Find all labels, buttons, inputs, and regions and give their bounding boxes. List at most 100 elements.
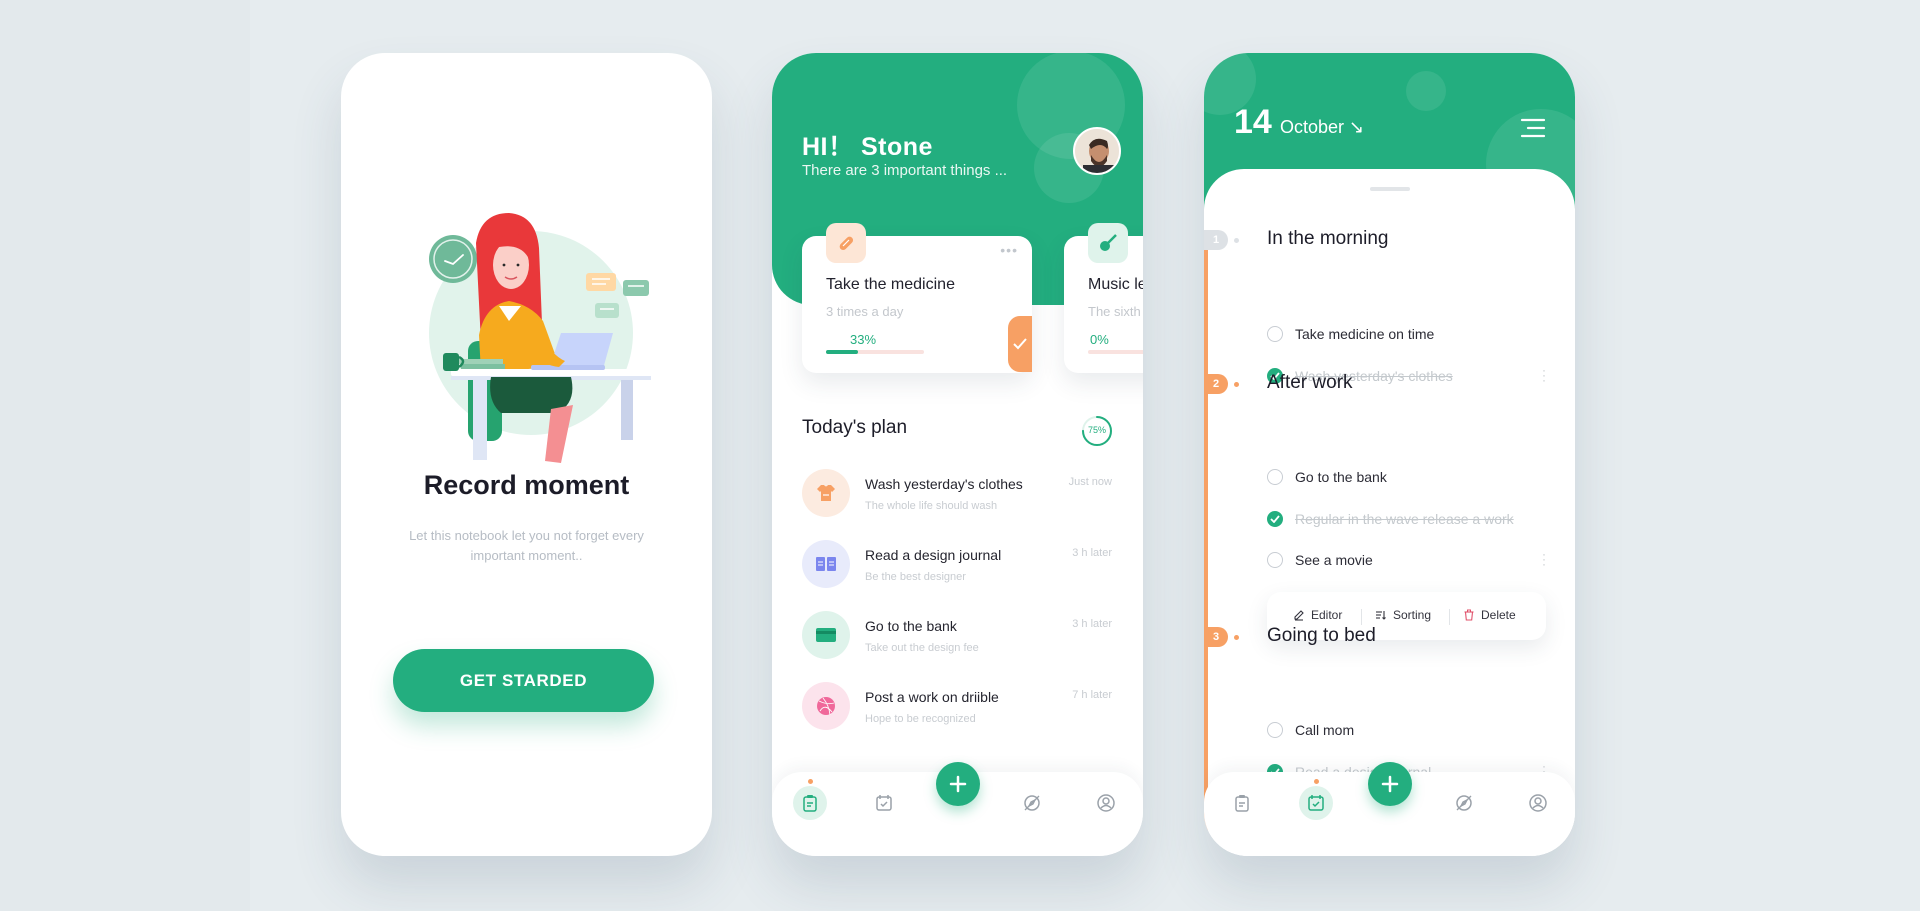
menu-icon[interactable] <box>1520 117 1546 139</box>
todo-label: See a movie <box>1295 552 1373 568</box>
todo-row[interactable]: See a movie · · · <box>1267 548 1547 572</box>
check-icon <box>1270 515 1280 523</box>
book-icon <box>802 540 850 588</box>
plan-item-subtitle: Be the best designer <box>865 571 966 583</box>
task-title: Take the medicine <box>826 276 955 293</box>
user-photo-icon <box>1075 129 1119 173</box>
delete-button[interactable]: Delete <box>1463 608 1516 622</box>
tab-notes[interactable] <box>1225 786 1259 820</box>
section-title: After work <box>1267 372 1353 393</box>
editor-button[interactable]: Editor <box>1293 608 1342 622</box>
plan-item-title: Wash yesterday's clothes <box>865 476 1023 492</box>
tab-calendar[interactable] <box>867 786 901 820</box>
plan-item-title: Read a design journal <box>865 547 1002 563</box>
todo-label: Take medicine on time <box>1295 326 1435 342</box>
shirt-icon <box>802 469 850 517</box>
trash-icon <box>1464 609 1474 621</box>
list-item[interactable]: Read a design journal Be the best design… <box>802 540 1112 596</box>
onboarding-subtitle: Let this notebook let you not forget eve… <box>409 528 644 563</box>
plan-item-time: 3 h later <box>1072 618 1112 630</box>
drag-handle[interactable] <box>1370 187 1410 191</box>
guitar-icon <box>1088 223 1128 263</box>
active-indicator <box>808 779 813 784</box>
plan-item-subtitle: The whole life should wash <box>865 500 998 512</box>
list-item[interactable]: Wash yesterday's clothes The whole life … <box>802 469 1112 525</box>
tab-profile[interactable] <box>1521 786 1555 820</box>
todo-row[interactable]: Go to the bank <box>1267 467 1547 489</box>
card-icon <box>802 611 850 659</box>
divider <box>1361 609 1362 625</box>
task-progress-fill <box>826 350 859 354</box>
complete-toggle[interactable] <box>1008 316 1032 372</box>
plan-item-subtitle: Hope to be recognized <box>865 713 976 725</box>
plan-item-time: Just now <box>1068 476 1112 488</box>
task-subtitle: The sixth <box>1088 304 1141 319</box>
tab-notes[interactable] <box>793 779 827 820</box>
calendar-check-icon <box>1308 795 1324 811</box>
add-button[interactable] <box>1368 762 1412 806</box>
section-dot <box>1234 382 1239 387</box>
checkbox[interactable] <box>1267 722 1283 738</box>
pill-icon <box>826 223 866 263</box>
clock-icon <box>429 235 477 283</box>
task-progress-bar <box>1088 350 1143 354</box>
plan-item-subtitle: Take out the design fee <box>865 642 979 654</box>
timeline-bar <box>1204 235 1208 835</box>
get-started-button[interactable]: GET STARDED <box>393 649 654 712</box>
calendar-check-icon <box>876 795 892 811</box>
plan-title: Today's plan <box>802 417 908 438</box>
todo-row[interactable]: Regular in the wave release a work <box>1267 509 1547 531</box>
month-selector[interactable]: October ↘ <box>1280 117 1364 138</box>
todo-row[interactable]: Take medicine on time <box>1267 324 1547 346</box>
checkbox[interactable] <box>1267 469 1283 485</box>
tab-explore[interactable] <box>1015 786 1049 820</box>
woman-at-desk-illustration <box>429 213 651 463</box>
delete-label: Delete <box>1481 608 1516 622</box>
todo-label: Regular in the wave release a work <box>1295 511 1514 527</box>
todo-label: Call mom <box>1295 722 1355 738</box>
section-dot <box>1234 238 1239 243</box>
plan-item-time: 7 h later <box>1072 689 1112 701</box>
home-screen: HI！ Stone There are 3 important things .… <box>772 53 1143 856</box>
more-icon[interactable]: ··· <box>1541 548 1547 570</box>
section-number: 3 <box>1204 627 1228 647</box>
task-card[interactable]: ••• Take the medicine 3 times a day 33% <box>802 223 1032 373</box>
plan-progress-ring: 75% <box>1080 414 1114 448</box>
backdrop-panel <box>0 0 250 911</box>
tab-profile[interactable] <box>1089 786 1123 820</box>
avatar[interactable] <box>1073 127 1121 175</box>
tab-bar <box>772 762 1143 856</box>
tab-explore[interactable] <box>1447 786 1481 820</box>
sorting-button[interactable]: Sorting <box>1375 608 1431 622</box>
clipboard-icon <box>803 795 817 812</box>
task-progress-label: 33% <box>850 332 877 347</box>
add-button[interactable] <box>936 762 980 806</box>
section-number: 1 <box>1204 230 1228 250</box>
task-card[interactable]: Music le The sixth 0% <box>1064 223 1143 373</box>
schedule-sheet: 1 In the morning Take medicine on time W… <box>1204 169 1575 856</box>
user-icon <box>1097 794 1115 812</box>
checkbox[interactable] <box>1267 552 1283 568</box>
divider <box>1449 609 1450 625</box>
section-number: 2 <box>1204 374 1228 394</box>
todo-row[interactable]: Call mom <box>1267 720 1547 742</box>
section-title: Going to bed <box>1267 625 1376 646</box>
tab-calendar[interactable] <box>1299 779 1333 820</box>
compass-icon <box>1456 795 1472 811</box>
decor-circle <box>1406 71 1446 111</box>
list-item[interactable]: Post a work on driible Hope to be recogn… <box>802 682 1112 738</box>
sorting-label: Sorting <box>1393 608 1432 622</box>
date-day: 14 <box>1234 103 1272 141</box>
tab-bar <box>1204 762 1575 856</box>
checkbox[interactable] <box>1267 326 1283 342</box>
checkbox[interactable] <box>1267 511 1283 527</box>
pencil-icon <box>1294 610 1304 621</box>
section-title: In the morning <box>1267 228 1389 249</box>
list-item[interactable]: Go to the bank Take out the design fee 3… <box>802 611 1112 667</box>
calendar-screen: 14 October ↘ 1 In the morning Take medic… <box>1204 53 1575 856</box>
plan-item-title: Go to the bank <box>865 618 957 634</box>
compass-icon <box>1024 795 1040 811</box>
more-icon[interactable]: ··· <box>1541 364 1547 386</box>
todo-label: Go to the bank <box>1295 469 1387 485</box>
more-icon[interactable]: ••• <box>1000 242 1018 258</box>
